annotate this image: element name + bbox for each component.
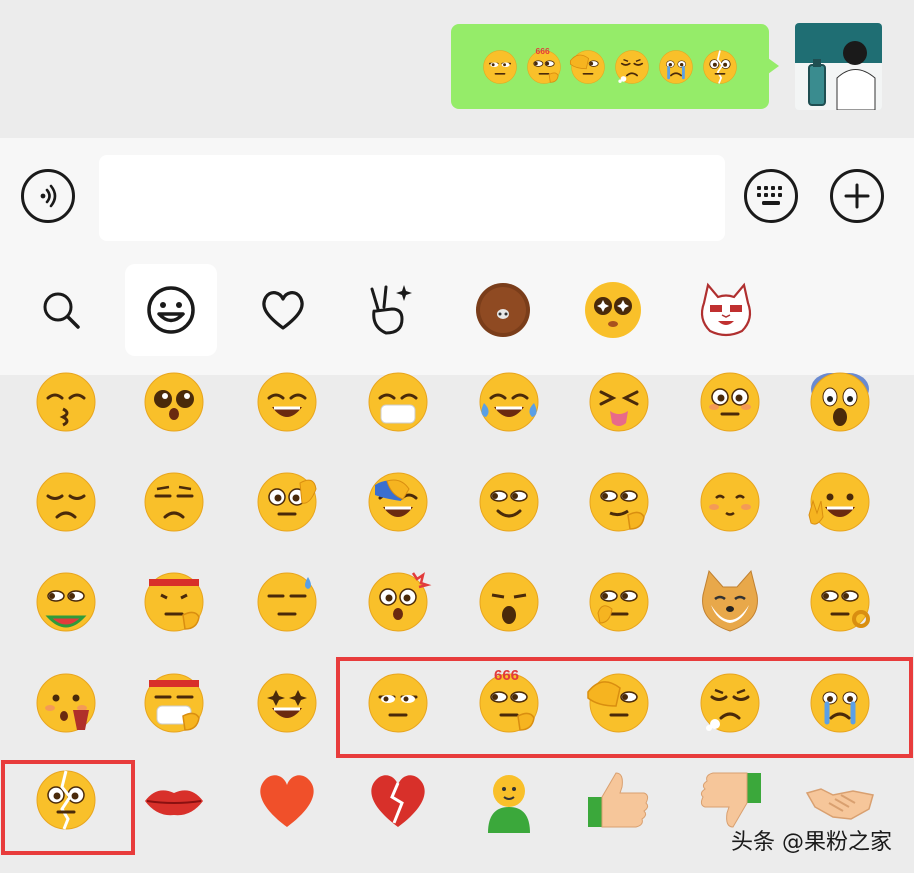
emoji-thumbs-up[interactable]	[582, 763, 656, 837]
tab-gesture[interactable]	[344, 264, 436, 356]
sent-emoji-facepalm	[567, 46, 609, 88]
emoji-eat-watermelon[interactable]	[29, 565, 103, 639]
message-input[interactable]	[99, 155, 725, 241]
emoji-grin[interactable]	[250, 365, 324, 439]
emoji-think-smirk[interactable]	[582, 565, 656, 639]
emoji-scream[interactable]	[803, 365, 877, 439]
emoji-pleading[interactable]	[137, 365, 211, 439]
plus-icon	[843, 182, 871, 210]
input-toolbar	[0, 138, 914, 375]
cat-sticker-icon	[694, 279, 758, 341]
sent-emoji-sigh	[611, 46, 653, 88]
tab-star-eyes[interactable]	[567, 264, 659, 356]
chat-area: 666	[0, 0, 914, 138]
peace-hand-icon	[364, 281, 416, 339]
heart-icon	[258, 287, 308, 333]
emoji-shock-anger[interactable]	[361, 565, 435, 639]
avatar[interactable]	[795, 23, 882, 110]
svg-text:666: 666	[535, 46, 549, 56]
search-icon	[38, 287, 84, 333]
tab-emoji[interactable]	[125, 264, 217, 356]
emoji-doge[interactable]	[693, 565, 767, 639]
voice-button[interactable]	[21, 169, 75, 223]
sent-emoji-cracked	[699, 46, 741, 88]
star-eyes-icon	[583, 280, 643, 340]
highlight-box-row	[336, 657, 913, 758]
brown-face-icon	[474, 281, 532, 339]
tab-search[interactable]	[15, 264, 107, 356]
emoji-blow[interactable]	[472, 565, 546, 639]
emoji-squint-tongue[interactable]	[582, 365, 656, 439]
emoji-pensive[interactable]	[29, 465, 103, 539]
emoji-mask-headband[interactable]	[137, 666, 211, 740]
emoji-kiss[interactable]	[29, 365, 103, 439]
emoji-unamused[interactable]	[137, 465, 211, 539]
emoji-smirk-point[interactable]	[582, 465, 656, 539]
tab-favorites[interactable]	[237, 264, 329, 356]
highlight-box-single	[1, 760, 135, 855]
sent-emoji-smirk	[479, 46, 521, 88]
emoji-tears-of-joy[interactable]	[472, 365, 546, 439]
emoji-headband-fist[interactable]	[137, 565, 211, 639]
emoji-facepalm-laugh[interactable]	[361, 465, 435, 539]
emoji-mask-smile[interactable]	[361, 365, 435, 439]
emoji-broken-heart[interactable]	[361, 763, 435, 837]
emoji-lips[interactable]	[137, 763, 211, 837]
emoji-side-eye[interactable]	[472, 465, 546, 539]
watermark: 头条 @果粉之家	[731, 830, 892, 855]
emoji-heart[interactable]	[250, 763, 324, 837]
tab-cat-sticker[interactable]	[680, 264, 772, 356]
tab-brown-circle[interactable]	[457, 264, 549, 356]
emoji-grid: 666	[0, 372, 914, 873]
plus-button[interactable]	[830, 169, 884, 223]
emoji-sweat[interactable]	[250, 565, 324, 639]
emoji-green-person[interactable]	[472, 763, 546, 837]
emoji-star-struck[interactable]	[250, 666, 324, 740]
sent-emoji-sob	[655, 46, 697, 88]
keyboard-icon	[755, 184, 787, 208]
emoji-flushed[interactable]	[693, 365, 767, 439]
smiley-icon	[144, 283, 198, 337]
sent-emoji-666-smirk: 666	[523, 46, 565, 88]
emoji-peek-hand[interactable]	[250, 465, 324, 539]
emoji-shy[interactable]	[693, 465, 767, 539]
emoji-peace-grin[interactable]	[803, 465, 877, 539]
voice-icon	[33, 181, 63, 211]
message-bubble[interactable]: 666	[451, 24, 779, 109]
emoji-ok-smirk[interactable]	[803, 565, 877, 639]
emoji-hand-mouth[interactable]	[29, 666, 103, 740]
keyboard-button[interactable]	[744, 169, 798, 223]
